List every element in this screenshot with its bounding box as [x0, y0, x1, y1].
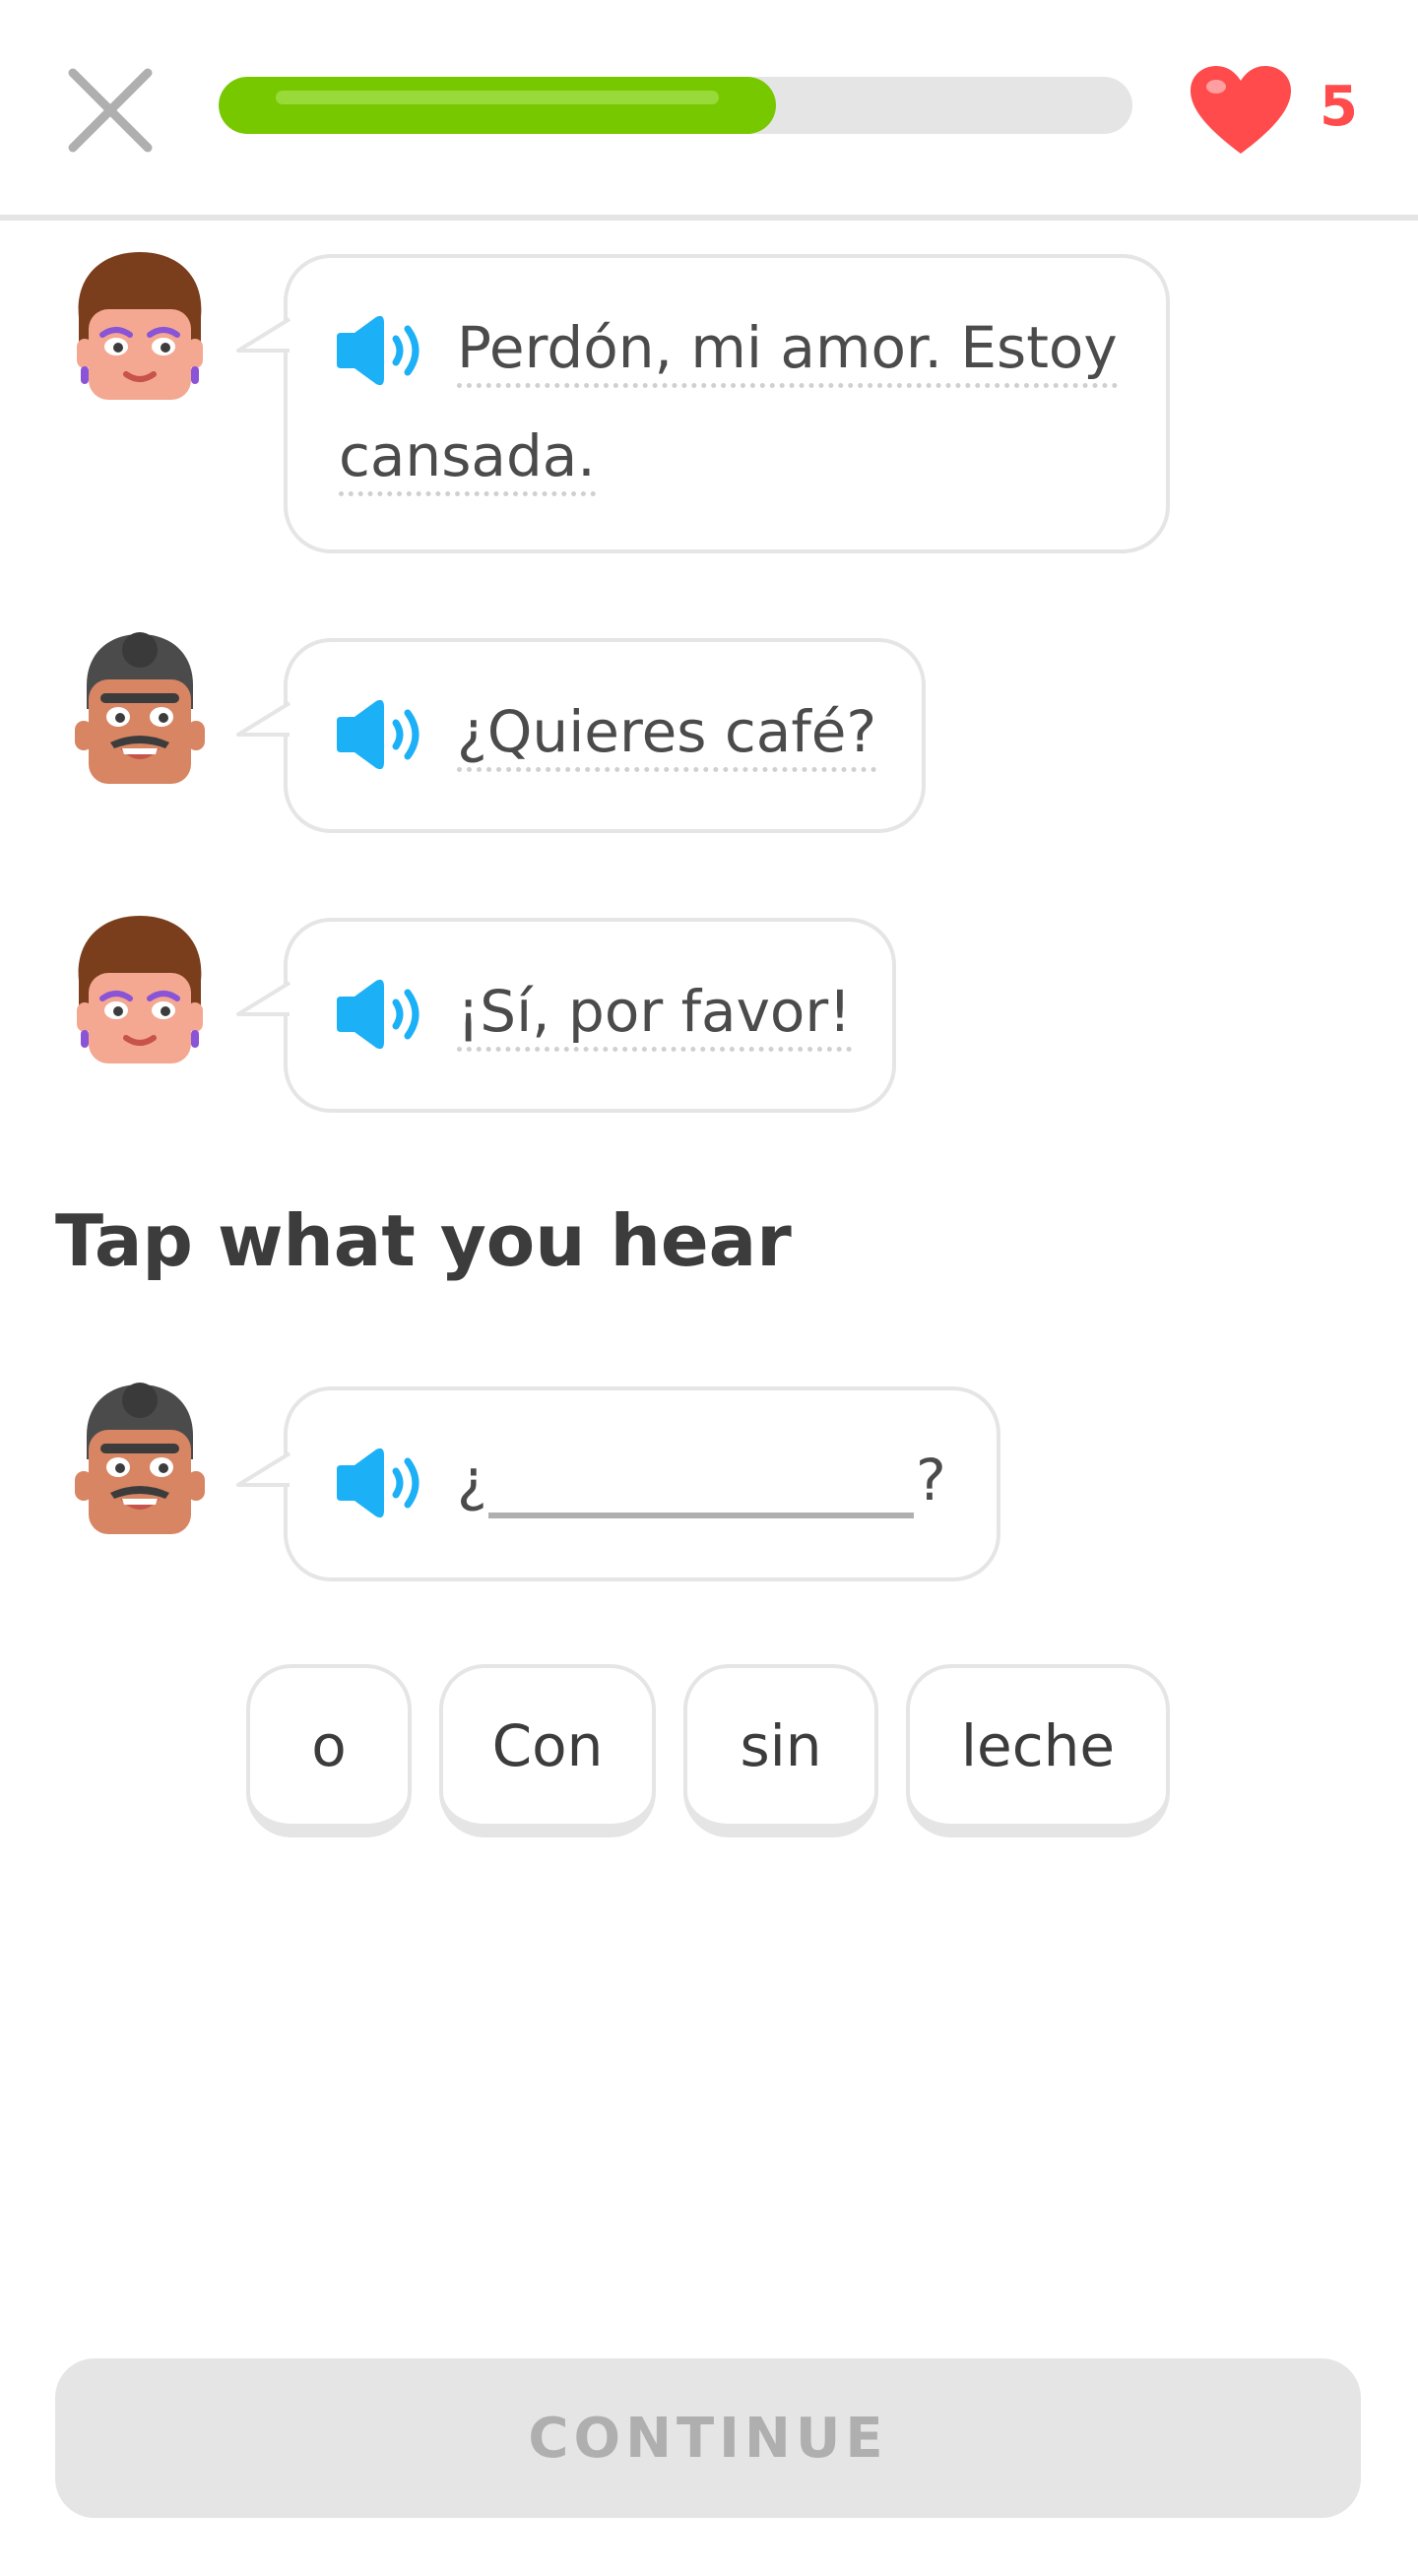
answer-close-mark: ?	[916, 1447, 946, 1513]
answer-blank[interactable]	[488, 1513, 914, 1518]
speaker-icon[interactable]	[333, 311, 431, 390]
close-icon	[68, 68, 153, 153]
dialogue-line-text: ¡Sí, por favor!	[457, 977, 852, 1052]
continue-button[interactable]: CONTINUE	[55, 2358, 1361, 2518]
woman-avatar	[71, 912, 209, 1069]
speaker-icon[interactable]	[333, 975, 431, 1054]
bubble-tail	[236, 317, 293, 353]
progress-fill	[219, 77, 776, 134]
lesson-progress-bar	[219, 77, 1132, 134]
man-avatar	[71, 1381, 209, 1538]
bubble-tail	[236, 1451, 293, 1487]
prompt-title: Tap what you hear	[55, 1199, 792, 1282]
dialogue-line-text: cansada.	[339, 421, 596, 496]
header-divider	[0, 215, 1418, 221]
word-tile[interactable]: o	[246, 1664, 412, 1837]
word-tile[interactable]: Con	[439, 1664, 656, 1837]
close-button[interactable]	[61, 61, 160, 160]
hearts-count: 5	[1320, 75, 1358, 139]
man-avatar	[71, 630, 209, 788]
progress-shine	[276, 91, 719, 104]
bubble-tail	[236, 981, 293, 1016]
word-tile[interactable]: sin	[683, 1664, 878, 1837]
speaker-icon[interactable]	[333, 1444, 431, 1522]
answer-open-mark: ¿	[457, 1447, 487, 1513]
dialogue-line-text: ¿Quieres café?	[457, 697, 877, 772]
woman-avatar	[71, 248, 209, 406]
dialogue-line-text: Perdón, mi amor. Estoy	[457, 313, 1118, 388]
word-tile[interactable]: leche	[906, 1664, 1170, 1837]
speech-bubble	[284, 254, 1170, 553]
speaker-icon[interactable]	[333, 695, 431, 774]
heart-icon	[1187, 63, 1295, 158]
bubble-tail	[236, 701, 293, 737]
